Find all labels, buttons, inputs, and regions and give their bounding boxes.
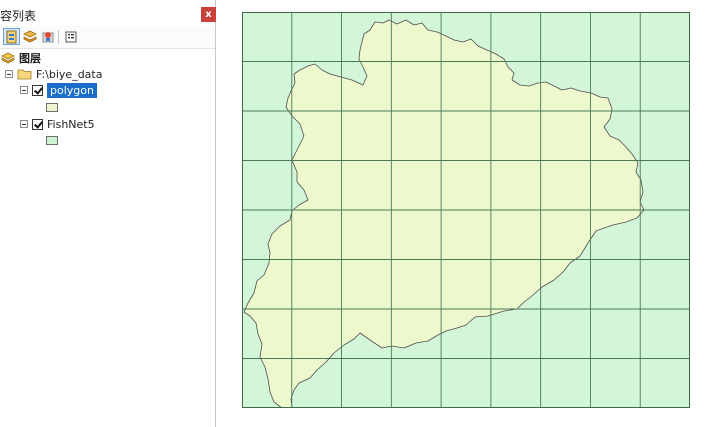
toc-titlebar: 容列表 x xyxy=(0,4,216,26)
list-by-drawing-order-icon xyxy=(6,30,17,43)
layer-label-polygon[interactable]: polygon xyxy=(47,82,97,98)
list-by-source-button[interactable] xyxy=(21,28,38,45)
layers-group-row[interactable]: 图层 xyxy=(1,50,41,66)
toc-title: 容列表 xyxy=(0,9,37,23)
layer-row-polygon[interactable]: polygon xyxy=(20,82,97,98)
fishnet5-symbol-swatch[interactable] xyxy=(46,136,58,145)
list-by-source-icon xyxy=(22,30,37,42)
toolbar-separator xyxy=(58,30,59,44)
close-button[interactable]: x xyxy=(201,7,216,22)
options-icon xyxy=(65,31,76,42)
layers-icon xyxy=(1,52,15,64)
collapse-data-frame-toggle[interactable] xyxy=(5,70,13,78)
data-frame-row[interactable]: F:\biye_data xyxy=(5,66,102,82)
list-by-visibility-icon xyxy=(42,31,53,42)
polygon-visibility-checkbox[interactable] xyxy=(32,84,43,96)
data-frame-label: F:\biye_data xyxy=(36,67,103,81)
collapse-fishnet5-toggle[interactable] xyxy=(20,120,28,128)
toc-toolbar xyxy=(0,26,215,49)
layer-row-fishnet5[interactable]: FishNet5 xyxy=(20,116,95,132)
options-button[interactable] xyxy=(62,28,79,45)
list-by-visibility-button[interactable] xyxy=(39,28,56,45)
collapse-polygon-toggle[interactable] xyxy=(20,86,28,94)
list-by-drawing-order-button[interactable] xyxy=(3,28,20,45)
layers-group-label: 图层 xyxy=(19,52,41,65)
map-canvas[interactable] xyxy=(242,12,690,408)
table-of-contents-panel: 容列表 x 图层 F:\biye_data polygon FishNet5 xyxy=(0,0,216,427)
layer-label-fishnet5[interactable]: FishNet5 xyxy=(47,118,95,131)
folder-icon xyxy=(17,69,32,80)
polygon-symbol-swatch[interactable] xyxy=(46,103,58,112)
fishnet5-visibility-checkbox[interactable] xyxy=(32,118,43,130)
